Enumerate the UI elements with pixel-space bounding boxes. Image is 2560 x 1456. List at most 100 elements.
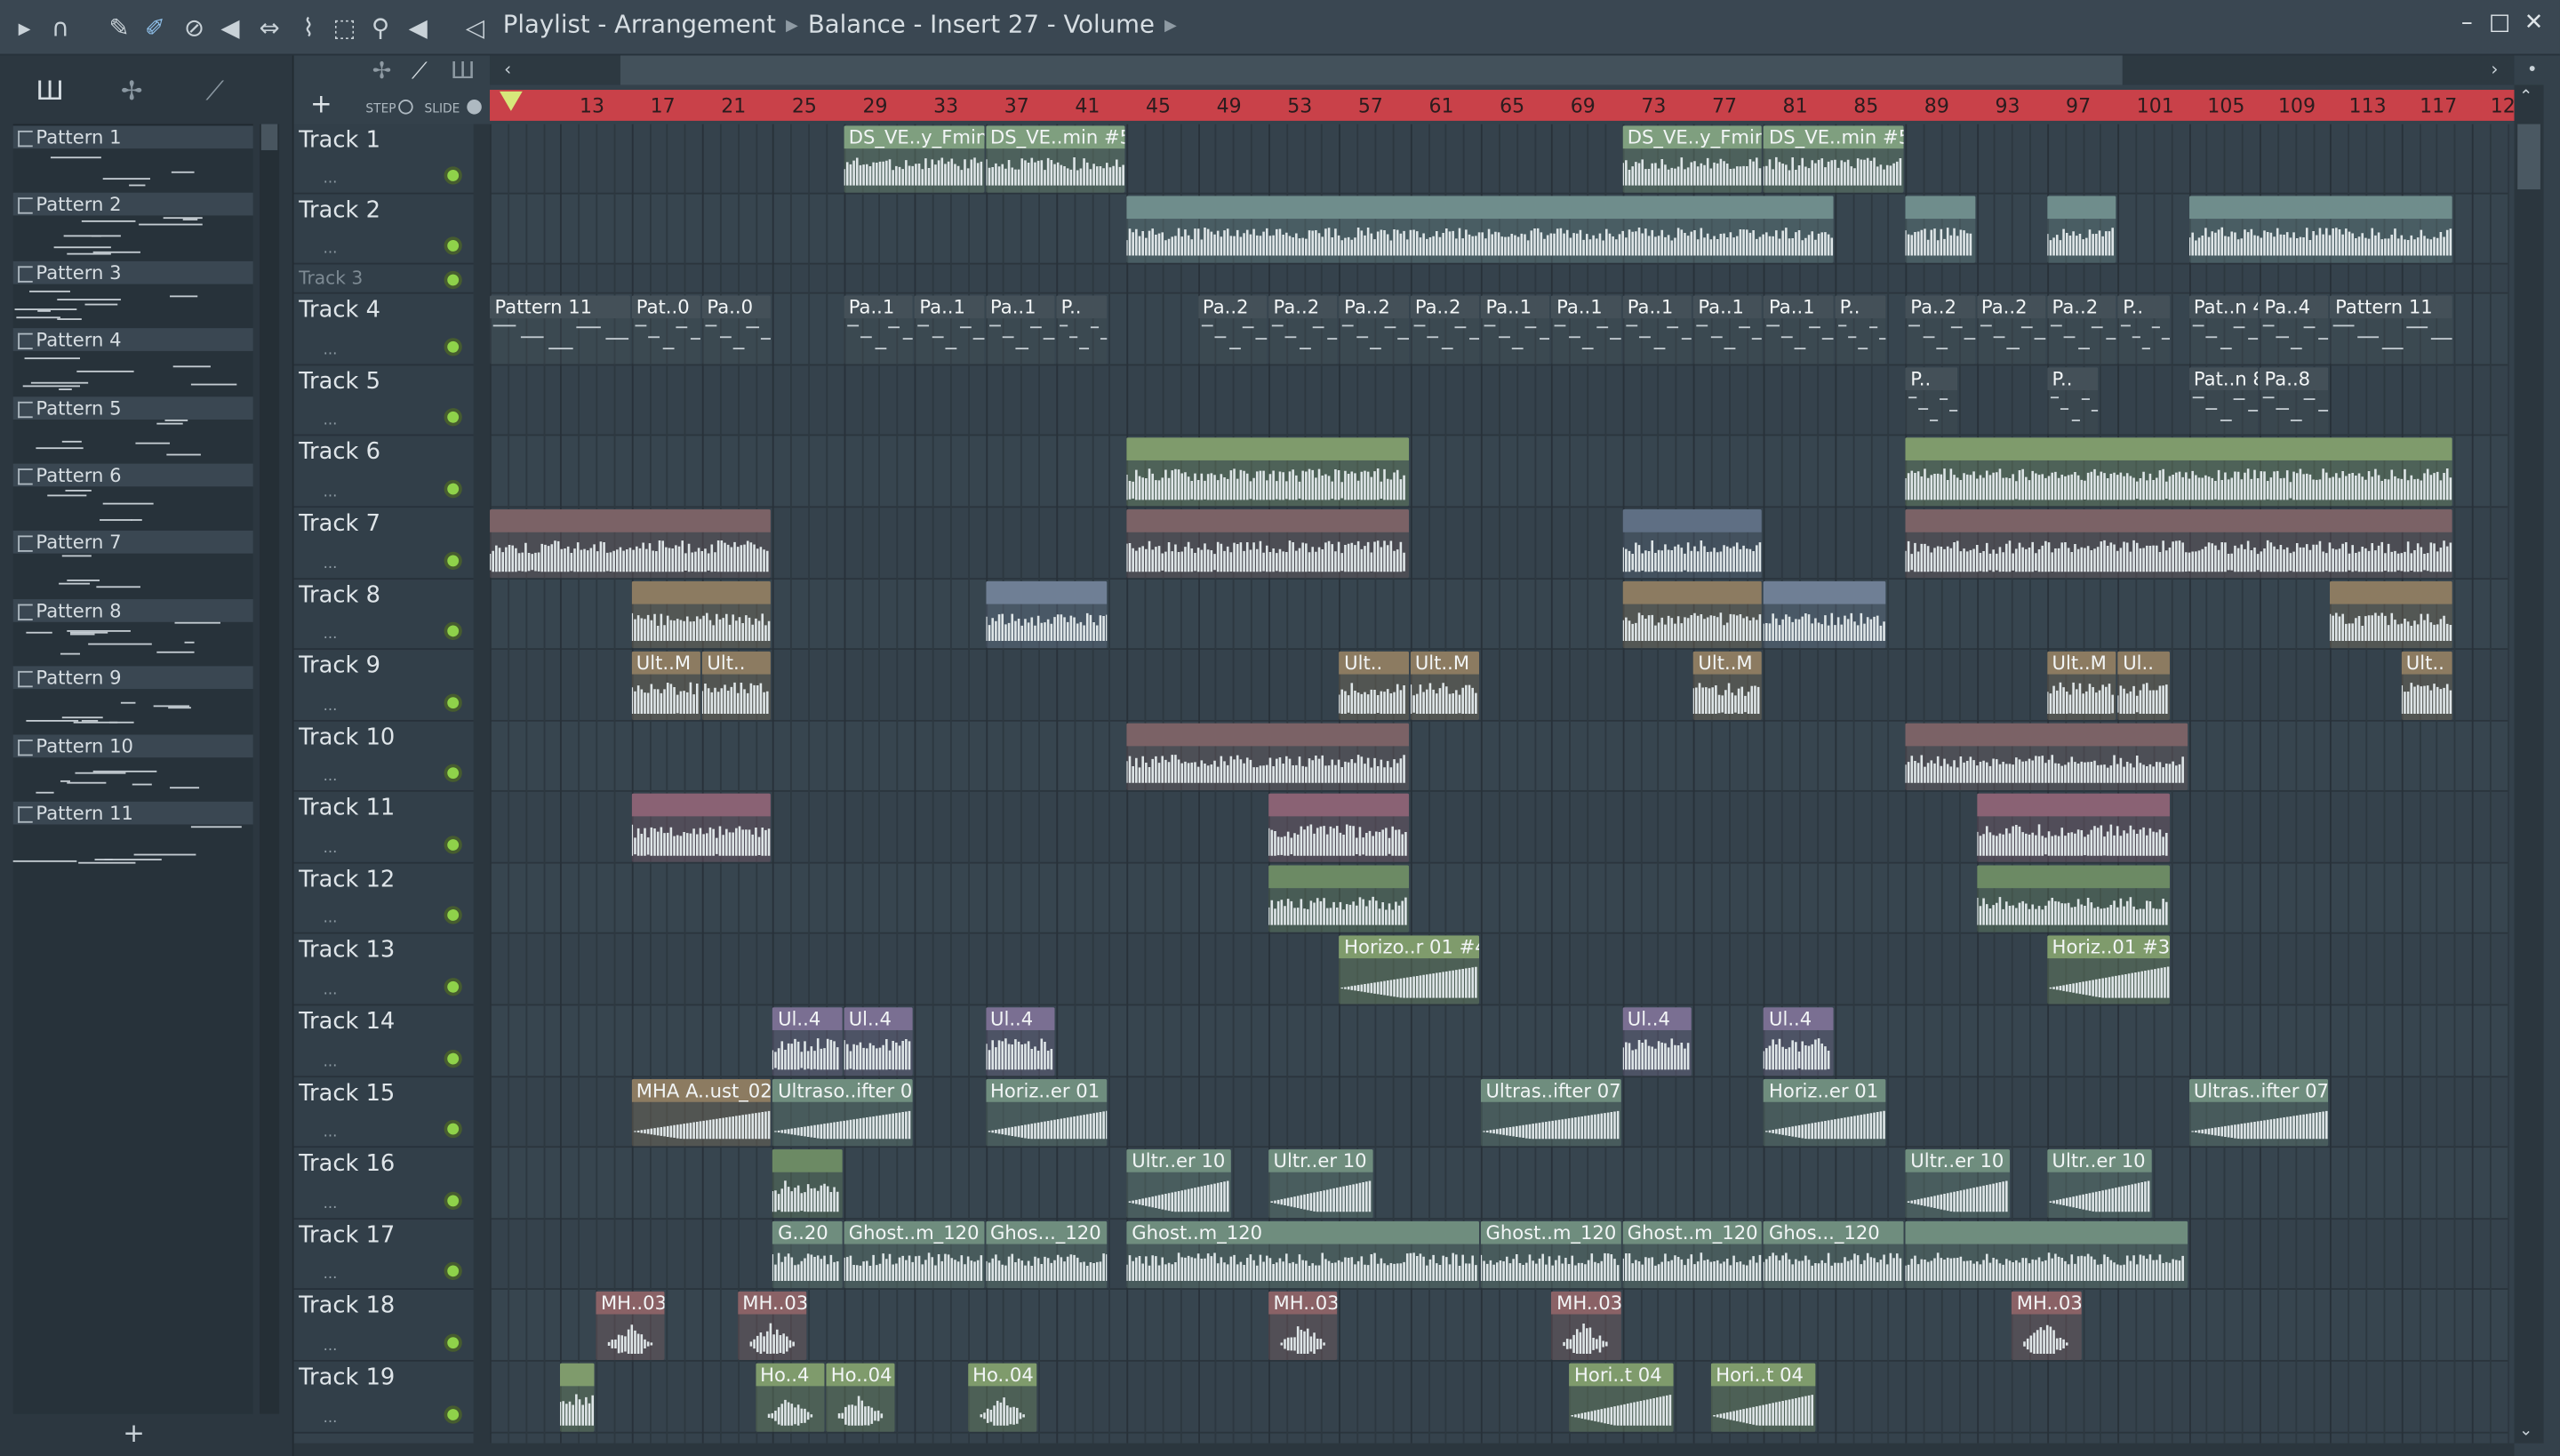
scroll-right-icon[interactable]: › — [2482, 55, 2508, 84]
playlist-clip[interactable]: Pa..0 — [701, 295, 772, 364]
playlist-clip[interactable]: Ghost..m_120 — [1622, 1220, 1763, 1289]
track-mute-led[interactable] — [444, 1191, 462, 1210]
track-mute-led[interactable] — [444, 1405, 462, 1424]
magnet-icon[interactable]: ∩ — [45, 13, 75, 43]
track-header[interactable]: Track 10... — [293, 721, 474, 792]
playlist-clip[interactable]: Pa..1 — [1764, 295, 1834, 364]
playlist-clip[interactable]: Ho..4 — [755, 1363, 825, 1432]
add-track-button[interactable]: + — [310, 88, 332, 119]
track-options-icon[interactable]: ... — [324, 484, 338, 500]
playlist-clip[interactable] — [1126, 437, 1409, 507]
playlist-clip[interactable] — [1976, 793, 2170, 862]
scroll-down-icon[interactable]: ⌄ — [2519, 1422, 2532, 1440]
playlist-clip[interactable]: MHA A..ust_02 — [631, 1079, 772, 1147]
scrollbar-thumb[interactable] — [260, 124, 278, 150]
playlist-clip[interactable] — [1268, 793, 1409, 862]
playlist-clip[interactable] — [1764, 580, 1887, 649]
overview-menu-icon[interactable]: • — [2519, 55, 2545, 84]
track-header[interactable]: Track 12... — [293, 863, 474, 934]
playlist-clip[interactable]: Pat..n 4 — [2188, 295, 2259, 364]
playlist-clip[interactable]: DS_VE..y_Fmin — [844, 125, 984, 193]
scroll-left-icon[interactable]: ‹ — [495, 55, 521, 84]
playlist-clip[interactable] — [2188, 196, 2453, 263]
track-options-icon[interactable]: ... — [324, 1124, 338, 1140]
playlist-clip[interactable] — [1905, 196, 1975, 263]
playlist-vertical-scrollbar[interactable]: ⌃ ⌄ — [2514, 84, 2544, 1444]
playlist-clip[interactable]: Pa..2 — [1410, 295, 1480, 364]
playlist-clip[interactable]: Ultr..er 10 — [1126, 1149, 1232, 1219]
pattern-item[interactable]: Pattern 1 — [12, 125, 253, 192]
playlist-clip[interactable]: Pa..1 — [1692, 295, 1763, 364]
playlist-clip[interactable]: Pa..2 — [1976, 295, 2046, 364]
playlist-clip[interactable]: MH..03 — [1268, 1291, 1338, 1360]
playlist-clip[interactable]: Pa..2 — [1197, 295, 1268, 364]
track-options-icon[interactable]: ... — [324, 413, 338, 429]
track-header[interactable]: Track 7... — [293, 508, 474, 580]
link-tool-icon[interactable]: ⟋ — [412, 59, 428, 84]
playlist-clip[interactable]: Ghost..m_120 — [1480, 1220, 1621, 1289]
playlist-clip[interactable] — [1622, 509, 1763, 579]
track-mute-led[interactable] — [444, 764, 462, 782]
scroll-up-icon[interactable]: ⌃ — [2519, 88, 2532, 106]
playlist-clip[interactable]: DS_VE..y_Fmin — [1622, 125, 1763, 193]
track-options-icon[interactable]: ... — [324, 1339, 338, 1355]
track-options-icon[interactable]: ... — [324, 699, 338, 715]
delete-icon[interactable]: ⊘ — [180, 13, 209, 43]
track-mute-led[interactable] — [444, 270, 462, 290]
playlist-clip[interactable] — [1905, 1220, 2188, 1289]
playlist-clip[interactable]: DS_VE..min #5 — [1764, 125, 1904, 193]
track-mute-led[interactable] — [444, 836, 462, 854]
picker-pattern-icon[interactable]: Ш — [36, 75, 63, 106]
paint-brush-icon[interactable]: ✐ — [140, 13, 170, 43]
playlist-clip[interactable]: P.. — [1835, 295, 1887, 364]
playlist-clip[interactable]: Pa..1 — [844, 295, 914, 364]
track-mute-led[interactable] — [444, 693, 462, 712]
playlist-clip[interactable]: P.. — [1056, 295, 1108, 364]
pattern-item[interactable]: Pattern 7 — [12, 531, 253, 598]
playlist-clip[interactable]: MH..03 — [2012, 1291, 2082, 1360]
track-mute-led[interactable] — [444, 978, 462, 996]
pencil-icon[interactable]: ✎ — [105, 13, 134, 43]
select-icon[interactable]: ⬚ — [330, 13, 359, 43]
playlist-clip[interactable]: DS_VE..min #5 — [985, 125, 1125, 193]
track-options-icon[interactable]: ... — [324, 841, 338, 857]
playlist-clip[interactable]: Pa..1 — [1480, 295, 1550, 364]
timeline-ruler[interactable]: 13 17 21 25 29 33 37 41 45 49 53 57 61 65 69 73 77 81 85 89… — [490, 90, 2516, 121]
playlist-clip[interactable]: Ghost..m_120 — [1126, 1220, 1480, 1289]
playlist-clip[interactable]: Ult..M — [2047, 651, 2116, 720]
playlist-clip[interactable]: MH..03 — [1551, 1291, 1621, 1360]
mute-icon[interactable]: ◀ — [215, 13, 244, 43]
track-header[interactable]: Track 3 — [293, 264, 474, 294]
playlist-clip[interactable]: P.. — [2047, 367, 2099, 435]
playlist-clip[interactable]: Ul..4 — [844, 1007, 914, 1076]
zoom-icon[interactable]: ⚲ — [365, 13, 395, 43]
track-header[interactable]: Track 4... — [293, 293, 474, 366]
playlist-clip[interactable]: Hori..t 04 — [1569, 1363, 1675, 1432]
playlist-clip[interactable] — [1126, 196, 1834, 263]
close-icon[interactable]: ✕ — [2519, 10, 2548, 43]
playlist-clip[interactable]: Ho..04 — [826, 1363, 896, 1432]
playlist-clip[interactable]: Horiz..01 #3 — [2047, 935, 2170, 1004]
track-options-icon[interactable]: ... — [324, 242, 338, 258]
track-options-icon[interactable]: ... — [324, 911, 338, 927]
slip-icon[interactable]: ⇔ — [255, 13, 284, 43]
pattern-item[interactable]: Pattern 6 — [12, 463, 253, 531]
playlist-clip[interactable]: Horiz..er 01 — [1764, 1079, 1887, 1147]
pattern-tool-icon[interactable]: Ш — [451, 59, 476, 84]
playlist-clip[interactable]: Pa..2 — [1905, 295, 1975, 364]
pattern-item[interactable]: Pattern 8 — [12, 598, 253, 666]
playlist-clip[interactable]: Ghos..._120 — [985, 1220, 1108, 1289]
overview-window[interactable] — [620, 55, 2123, 85]
playlist-clip[interactable]: Ultr..er 10 — [1905, 1149, 2011, 1219]
playlist-clip[interactable]: Ultraso..ifter 07 — [772, 1079, 914, 1147]
track-options-icon[interactable]: ... — [324, 627, 338, 643]
playlist-clip[interactable]: Ul..4 — [1622, 1007, 1692, 1076]
pattern-item[interactable]: Pattern 3 — [12, 260, 253, 327]
track-mute-led[interactable] — [444, 1049, 462, 1068]
playlist-clip[interactable] — [631, 793, 772, 862]
pattern-item[interactable]: Pattern 10 — [12, 733, 253, 801]
speaker-icon[interactable]: ◁ — [460, 13, 490, 43]
track-header[interactable]: Track 17... — [293, 1220, 474, 1290]
breadcrumb-item-balance[interactable]: Balance - Insert 27 - Volume — [808, 10, 1155, 39]
track-options-icon[interactable]: ... — [324, 1196, 338, 1212]
